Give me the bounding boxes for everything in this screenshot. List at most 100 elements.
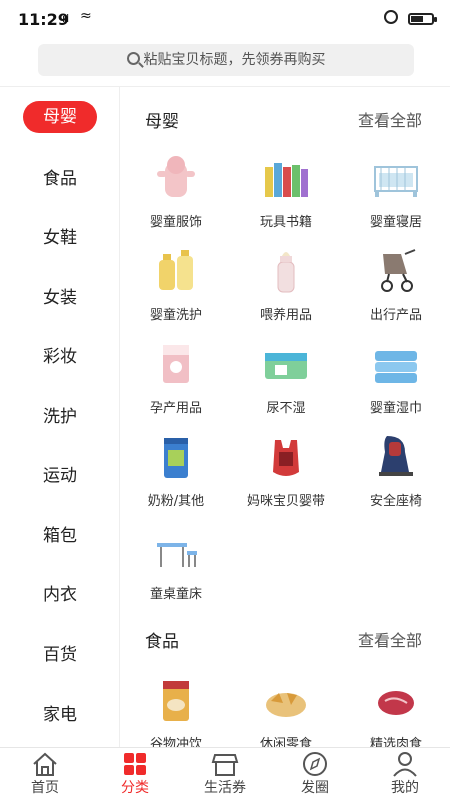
nav-coupons[interactable]: 生活券 [180,748,270,800]
category-cell[interactable]: 奶粉/其他 [121,432,231,518]
sidebar-item-xihu[interactable]: 洗护 [0,397,120,437]
sidebar-item-label: 食品 [43,169,77,189]
category-cell[interactable]: 精选肉食 [341,675,450,747]
shop-icon [211,754,239,776]
nav-label: 生活券 [204,780,246,796]
nav-label: 发圈 [301,780,329,796]
search-icon [126,52,140,65]
category-label: 妈咪宝贝婴带 [246,494,325,509]
category-cell[interactable]: 安全座椅 [341,432,450,518]
sidebar-item-label: 母婴 [23,101,97,133]
sidebar-item-baihuo[interactable]: 百货 [0,635,120,675]
car-seat-icon [379,436,413,476]
home-icon [33,752,57,776]
section-title: 食品 [145,632,179,652]
wifi-icon: ≈ [80,8,92,24]
category-label: 婴童湿巾 [369,401,422,416]
cereal-drink-icon [163,681,189,721]
category-cell[interactable]: 出行产品 [341,246,450,332]
baby-clothes-icon [157,156,195,197]
sidebar-item-label: 彩妆 [43,347,77,367]
stroller-icon [381,249,416,292]
category-cell[interactable]: 婴童服饰 [121,153,231,239]
category-cell[interactable]: 孕产用品 [121,339,231,425]
view-all-link[interactable]: 查看全部 [358,627,422,651]
compass-icon [303,752,327,776]
category-label: 出行产品 [369,308,422,323]
sidebar-item-jiadian[interactable]: 家电 [0,695,120,735]
category-label: 婴童服饰 [149,215,202,230]
category-cell[interactable]: 尿不湿 [231,339,341,425]
milk-powder-icon [164,438,188,478]
sidebar-item-yundong[interactable]: 运动 [0,456,120,496]
diaper-icon [265,353,307,379]
nav-share[interactable]: 发圈 [270,748,360,800]
kids-desk-icon [157,543,197,567]
category-cell[interactable]: 婴童寝居 [341,153,450,239]
category-label: 尿不湿 [266,401,306,416]
section-title: 母婴 [145,112,179,132]
category-cell[interactable]: 喂养用品 [231,246,341,332]
search-placeholder: 粘贴宝贝标题，先领券再购买 [143,52,326,68]
category-label: 孕产用品 [149,401,202,416]
sidebar-item-label: 女装 [43,288,77,308]
battery-icon [408,13,437,25]
sidebar-item-xiangbao[interactable]: 箱包 [0,516,120,556]
sidebar-item-nvzhuang[interactable]: 女装 [0,278,120,318]
alarm-icon [384,10,398,24]
nav-profile[interactable]: 我的 [360,748,450,800]
category-cell[interactable]: 妈咪宝贝婴带 [231,432,341,518]
search-input[interactable]: 粘贴宝贝标题，先领券再购买 [38,44,414,76]
baby-crib-icon [374,166,418,197]
category-cell[interactable]: 婴童洗护 [121,246,231,332]
category-label: 安全座椅 [369,494,422,509]
maternity-icon [163,345,189,383]
category-icon [124,753,146,775]
category-cell[interactable]: 玩具书籍 [231,153,341,239]
category-label: 精选肉食 [369,737,422,747]
toys-books-icon [265,163,308,197]
status-bar: 11:29 ııl ≈ [0,0,450,38]
sidebar-item-neiyi[interactable]: 内衣 [0,575,120,615]
baby-wash-icon [159,250,193,290]
baby-bottle-icon [277,252,295,293]
category-label: 休闲零食 [259,737,312,747]
category-label: 奶粉/其他 [147,494,205,509]
category-cell[interactable]: 婴童湿巾 [341,339,450,425]
category-cell[interactable]: 童桌童床 [121,525,231,611]
category-cell[interactable]: 谷物冲饮 [121,675,231,747]
nav-category[interactable]: 分类 [90,748,180,800]
bottom-nav: 首页 分类 生活券 发圈 我的 [0,747,450,800]
sidebar-item-nvxie[interactable]: 女鞋 [0,218,120,258]
category-label: 婴童洗护 [149,308,202,323]
nav-label: 我的 [391,780,419,796]
view-all-link[interactable]: 查看全部 [358,107,422,131]
sidebar-item-shipin[interactable]: 食品 [0,159,120,199]
category-label: 喂养用品 [259,308,312,323]
sidebar-item-label: 家电 [43,705,77,725]
signal-icon: ııl [62,12,69,25]
category-content: 母婴 查看全部 婴童服饰 玩具书籍 婴童寝居 婴童洗护 喂养用品 出行产品 孕产… [121,87,450,747]
category-sidebar: 母婴 食品 女鞋 女装 彩妆 洗护 运动 箱包 内衣 百货 家电 [0,87,120,747]
sidebar-item-label: 洗护 [43,407,77,427]
sidebar-item-label: 百货 [43,645,77,665]
nav-home[interactable]: 首页 [0,748,90,800]
profile-icon [393,752,417,777]
sidebar-item-caizhuang[interactable]: 彩妆 [0,337,120,377]
category-label: 谷物冲饮 [149,737,202,747]
sidebar-item-label: 运动 [43,466,77,486]
sidebar-item-label: 女鞋 [43,228,77,248]
sidebar-item-label: 内衣 [43,585,77,605]
sidebar-item-muying[interactable]: 母婴 [0,97,120,137]
search-bar[interactable]: 粘贴宝贝标题，先领券再购买 [38,44,414,76]
snacks-icon [266,693,306,717]
nav-label: 分类 [121,780,149,796]
category-label: 玩具书籍 [259,215,312,230]
category-label: 童桌童床 [149,587,202,602]
nav-label: 首页 [31,780,59,796]
baby-carrier-icon [273,440,299,476]
category-cell[interactable]: 休闲零食 [231,675,341,747]
wet-wipes-icon [375,351,417,383]
sidebar-item-label: 箱包 [43,526,77,546]
category-label: 婴童寝居 [369,215,422,230]
